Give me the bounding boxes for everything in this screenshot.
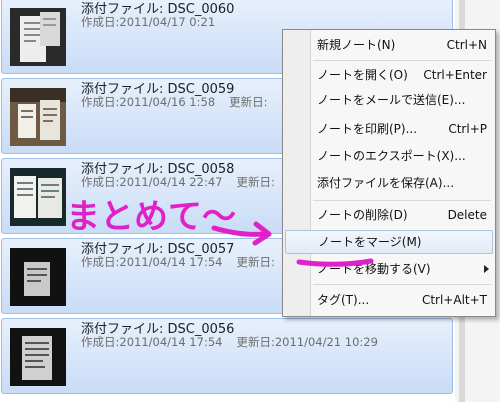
note-updated: 更新日:2011/04/21 10:29 [236,335,378,349]
note-meta: 作成日:2011/04/16 1:58 更新日: [81,94,268,110]
menu-item-label: ノートをマージ(M) [318,235,422,249]
menu-item-label: ノートをメールで送信(E)... [317,93,466,107]
menu-item-label: 添付ファイルを保存(A)... [317,176,455,190]
submenu-arrow-icon [484,265,489,273]
context-menu: 新規ノート(N) Ctrl+N ノートを開く(O) Ctrl+Enter ノート… [282,29,496,317]
menu-separator [313,200,491,201]
note-thumbnail [10,8,66,66]
annotation-underline-mark [296,258,374,267]
menu-item-save-attachment[interactable]: 添付ファイルを保存(A)... [285,171,493,195]
note-created: 作成日:2011/04/14 17:54 [81,255,223,269]
menu-item-shortcut: Delete [447,208,487,222]
note-item[interactable]: 添付ファイル: DSC_0056 作成日:2011/04/14 17:54 更新日… [1,318,453,394]
menu-item-tags[interactable]: タグ(T)... Ctrl+Alt+T [285,288,493,312]
menu-item-shortcut: Ctrl+P [448,122,487,136]
menu-item-export-note[interactable]: ノートのエクスポート(X)... [285,144,493,168]
note-created: 作成日:2011/04/14 22:47 [81,175,223,189]
menu-item-print-note[interactable]: ノートを印刷(P)... Ctrl+P [285,117,493,141]
note-thumbnail [10,168,66,226]
menu-separator [313,60,491,61]
note-created: 作成日:2011/04/14 17:54 [81,335,223,349]
menu-item-merge-notes[interactable]: ノートをマージ(M) [285,230,493,254]
note-updated: 更新日: [236,255,275,269]
note-created: 作成日:2011/04/16 1:58 [81,95,216,109]
menu-item-open-note[interactable]: ノートを開く(O) Ctrl+Enter [285,63,493,87]
menu-item-delete-note[interactable]: ノートの削除(D) Delete [285,203,493,227]
note-updated: 更新日: [229,95,268,109]
menu-item-label: ノートを開く(O) [317,68,408,82]
menu-separator [313,284,491,285]
note-meta: 作成日:2011/04/14 17:54 更新日:2011/04/21 10:29 [81,334,378,350]
menu-item-shortcut: Ctrl+Alt+T [421,293,487,307]
note-meta: 作成日:2011/04/17 0:21 [81,14,215,30]
menu-item-shortcut: Ctrl+N [446,38,487,52]
note-thumbnail [10,88,66,146]
note-updated: 更新日: [236,175,275,189]
menu-item-shortcut: Ctrl+Enter [423,68,487,82]
menu-item-label: ノートの削除(D) [317,208,408,222]
note-meta: 作成日:2011/04/14 22:47 更新日: [81,174,275,190]
menu-item-new-note[interactable]: 新規ノート(N) Ctrl+N [285,33,493,57]
menu-item-label: 新規ノート(N) [317,38,396,52]
menu-item-label: ノートを印刷(P)... [317,122,418,136]
note-meta: 作成日:2011/04/14 17:54 更新日: [81,254,275,270]
note-thumbnail [10,248,66,306]
note-thumbnail [10,328,66,386]
note-created: 作成日:2011/04/17 0:21 [81,15,216,29]
menu-item-email-note[interactable]: ノートをメールで送信(E)... [285,88,493,112]
menu-item-label: ノートのエクスポート(X)... [317,149,466,163]
menu-item-label: タグ(T)... [317,293,370,307]
